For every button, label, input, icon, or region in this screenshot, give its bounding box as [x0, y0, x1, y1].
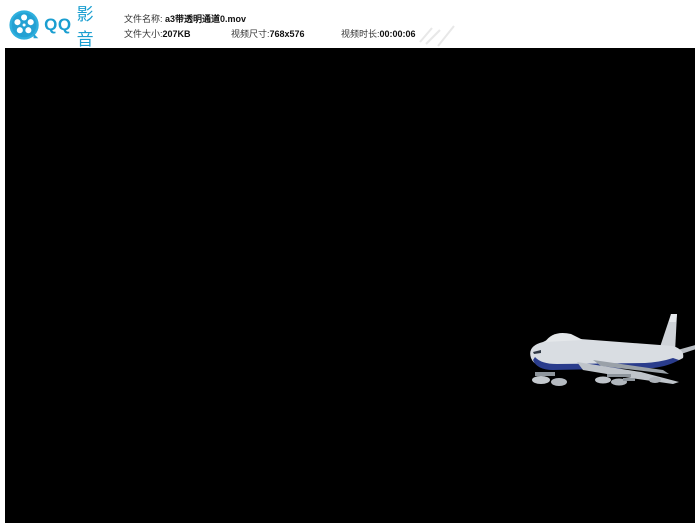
- video-dimension: 视频尺寸:768x576: [231, 27, 305, 42]
- file-size-label: 文件大小:: [124, 29, 163, 39]
- file-info-row-1: 文件名称: a3带透明通道0.mov: [124, 12, 246, 27]
- file-info-row-2: 文件大小:207KB 视频尺寸:768x576 视频时长:00:00:06: [124, 27, 416, 42]
- app-name-cn: 影音: [76, 5, 95, 49]
- app-name-latin: QQ: [44, 15, 72, 34]
- header-bar: QQ 影音 文件名称: a3带透明通道0.mov 文件大小:207KB 视频尺寸…: [0, 0, 700, 49]
- video-duration: 视频时长:00:00:06: [341, 27, 416, 42]
- video-duration-label: 视频时长:: [341, 29, 380, 39]
- file-name-value: a3带透明通道0.mov: [165, 14, 247, 24]
- video-dimension-value: 768x576: [269, 29, 305, 39]
- app-name: QQ 影音: [44, 0, 108, 50]
- file-size: 文件大小:207KB: [124, 27, 191, 42]
- file-size-value: 207KB: [162, 29, 191, 39]
- file-name-label: 文件名称:: [124, 14, 163, 24]
- video-viewport[interactable]: [5, 48, 695, 523]
- airplane-icon: [530, 314, 695, 386]
- app-logo: QQ 影音: [8, 5, 108, 49]
- video-dimension-label: 视频尺寸:: [231, 29, 270, 39]
- video-duration-value: 00:00:06: [379, 29, 416, 39]
- watermark-icon: [419, 25, 455, 47]
- film-reel-icon: [9, 10, 39, 40]
- file-info-panel: 文件名称: a3带透明通道0.mov 文件大小:207KB 视频尺寸:768x5…: [124, 12, 416, 42]
